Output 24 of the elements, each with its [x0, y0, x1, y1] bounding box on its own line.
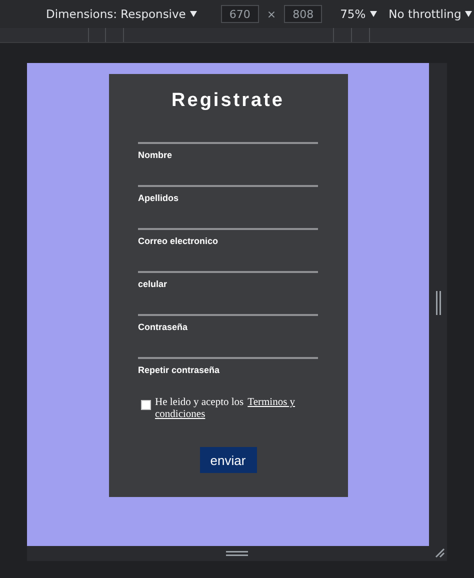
field-label: Repetir contraseña [138, 365, 221, 375]
device-dropdown[interactable]: Dimensions: Responsive [46, 7, 197, 21]
width-field[interactable]: 670 [220, 5, 259, 23]
terms-link[interactable]: condiciones [155, 409, 206, 421]
caret-icon [370, 11, 377, 17]
checkbox[interactable] [141, 400, 151, 410]
resize-handle-icon[interactable] [226, 551, 248, 556]
corner-resize-icon[interactable] [435, 548, 445, 558]
field-label: Contraseña [138, 322, 189, 332]
zoom-dropdown[interactable]: 75% [340, 7, 377, 21]
caret-icon [190, 11, 197, 17]
terms-link[interactable]: Terminos y [248, 397, 296, 409]
field-label: Apellidos [138, 193, 180, 203]
times-sign: × [266, 8, 276, 20]
submit-button[interactable]: enviar [200, 447, 256, 473]
form-title: Registrate [172, 90, 284, 112]
field-label: Nombre [138, 150, 174, 160]
terms-text: He leido y acepto los [155, 397, 244, 409]
caret-icon [465, 11, 472, 17]
field-label: celular [138, 279, 168, 289]
height-field[interactable]: 808 [284, 5, 322, 23]
throttling-dropdown[interactable]: No throttling [388, 7, 472, 21]
resize-handle-icon[interactable] [436, 291, 440, 315]
field-label: Correo electronico [138, 236, 220, 246]
